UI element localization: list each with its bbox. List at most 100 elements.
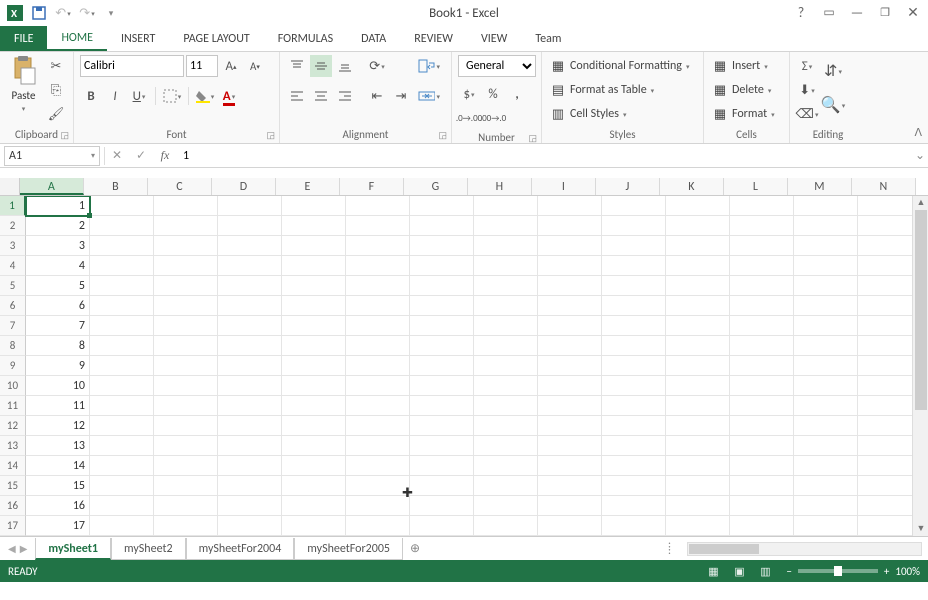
cell[interactable] bbox=[474, 276, 538, 296]
underline-icon[interactable]: U bbox=[128, 85, 150, 107]
cell[interactable] bbox=[154, 356, 218, 376]
row-header[interactable]: 7 bbox=[0, 316, 26, 336]
cell[interactable] bbox=[794, 256, 858, 276]
decrease-indent-icon[interactable]: ⇤ bbox=[366, 85, 388, 107]
col-header-E[interactable]: E bbox=[276, 178, 340, 195]
vscroll-thumb[interactable] bbox=[915, 210, 927, 410]
col-header-L[interactable]: L bbox=[724, 178, 788, 195]
cell[interactable] bbox=[730, 316, 794, 336]
row-header[interactable]: 3 bbox=[0, 236, 26, 256]
sheet-nav-next-icon[interactable]: ▶ bbox=[20, 542, 28, 555]
cell[interactable]: 15 bbox=[26, 476, 90, 496]
cell[interactable] bbox=[218, 216, 282, 236]
tab-file[interactable]: FILE bbox=[0, 26, 47, 51]
close-icon[interactable]: ✕ bbox=[904, 6, 922, 20]
row-header[interactable]: 14 bbox=[0, 456, 26, 476]
cell[interactable] bbox=[282, 276, 346, 296]
cell[interactable] bbox=[538, 376, 602, 396]
col-header-A[interactable]: A bbox=[20, 178, 84, 195]
cell[interactable] bbox=[218, 236, 282, 256]
cell[interactable] bbox=[474, 436, 538, 456]
alignment-dialog-icon[interactable]: ◲ bbox=[438, 130, 447, 141]
cell[interactable] bbox=[410, 396, 474, 416]
align-left-icon[interactable] bbox=[286, 85, 308, 107]
cell[interactable] bbox=[730, 336, 794, 356]
cell[interactable] bbox=[154, 236, 218, 256]
col-header-I[interactable]: I bbox=[532, 178, 596, 195]
cell[interactable] bbox=[474, 456, 538, 476]
copy-icon[interactable]: ⎘ bbox=[45, 79, 67, 101]
cell[interactable] bbox=[666, 336, 730, 356]
insert-cells-button[interactable]: ▦Insert▾ bbox=[710, 55, 770, 77]
italic-icon[interactable]: I bbox=[104, 85, 126, 107]
cell[interactable] bbox=[666, 376, 730, 396]
cell[interactable] bbox=[410, 276, 474, 296]
name-box[interactable]: A1▾ bbox=[4, 146, 100, 166]
zoom-in-icon[interactable]: + bbox=[884, 565, 889, 578]
format-cells-button[interactable]: ▦Format▾ bbox=[710, 103, 777, 125]
cell[interactable] bbox=[282, 256, 346, 276]
cell[interactable] bbox=[538, 416, 602, 436]
cell[interactable] bbox=[282, 396, 346, 416]
redo-icon[interactable]: ↷ bbox=[76, 2, 98, 24]
row-header[interactable]: 10 bbox=[0, 376, 26, 396]
cell[interactable] bbox=[346, 436, 410, 456]
cell[interactable] bbox=[154, 436, 218, 456]
cell[interactable] bbox=[474, 416, 538, 436]
tab-home[interactable]: HOME bbox=[47, 26, 107, 51]
cut-icon[interactable]: ✂ bbox=[45, 55, 67, 77]
cell[interactable] bbox=[410, 416, 474, 436]
cell[interactable] bbox=[282, 356, 346, 376]
cell-styles-button[interactable]: ▥Cell Styles▾ bbox=[548, 103, 629, 125]
cell[interactable] bbox=[154, 516, 218, 536]
col-header-N[interactable]: N bbox=[852, 178, 916, 195]
cell[interactable] bbox=[538, 516, 602, 536]
cell[interactable] bbox=[602, 396, 666, 416]
cell[interactable] bbox=[346, 416, 410, 436]
cell[interactable] bbox=[90, 316, 154, 336]
find-select-icon[interactable]: 🔍 bbox=[822, 89, 844, 121]
cell[interactable] bbox=[538, 236, 602, 256]
cell[interactable] bbox=[154, 496, 218, 516]
cell[interactable] bbox=[410, 436, 474, 456]
cell[interactable] bbox=[602, 456, 666, 476]
tab-team[interactable]: Team bbox=[521, 26, 575, 51]
cell[interactable] bbox=[90, 416, 154, 436]
cell[interactable] bbox=[730, 496, 794, 516]
cell[interactable] bbox=[602, 336, 666, 356]
increase-decimal-icon[interactable]: .0→.00 bbox=[458, 107, 480, 129]
cell[interactable] bbox=[154, 216, 218, 236]
cell[interactable] bbox=[794, 296, 858, 316]
merge-center-icon[interactable] bbox=[418, 85, 440, 107]
decrease-font-icon[interactable]: A▾ bbox=[244, 55, 266, 77]
cell[interactable] bbox=[794, 496, 858, 516]
cell[interactable] bbox=[90, 356, 154, 376]
cell[interactable] bbox=[474, 396, 538, 416]
font-color-icon[interactable]: A bbox=[218, 85, 240, 107]
cell[interactable]: 4 bbox=[26, 256, 90, 276]
align-center-icon[interactable] bbox=[310, 85, 332, 107]
cell[interactable] bbox=[730, 456, 794, 476]
page-break-view-icon[interactable]: ▥ bbox=[752, 565, 778, 578]
cell[interactable] bbox=[282, 436, 346, 456]
cell[interactable] bbox=[410, 316, 474, 336]
cell[interactable] bbox=[218, 456, 282, 476]
cell[interactable]: 14 bbox=[26, 456, 90, 476]
cell[interactable] bbox=[730, 236, 794, 256]
cell[interactable] bbox=[90, 456, 154, 476]
font-size-combo[interactable] bbox=[186, 55, 218, 77]
cell[interactable] bbox=[154, 476, 218, 496]
cell[interactable] bbox=[602, 196, 666, 216]
vertical-scrollbar[interactable]: ▲ ▼ bbox=[912, 196, 928, 536]
sort-filter-icon[interactable]: ⇵ bbox=[822, 55, 844, 87]
cell[interactable] bbox=[410, 236, 474, 256]
tab-insert[interactable]: INSERT bbox=[107, 26, 169, 51]
row-header[interactable]: 17 bbox=[0, 516, 26, 536]
cell[interactable] bbox=[538, 396, 602, 416]
row-header[interactable]: 1 bbox=[0, 196, 26, 216]
sheet-nav-prev-icon[interactable]: ◀ bbox=[8, 542, 16, 555]
zoom-slider[interactable] bbox=[798, 569, 878, 573]
cell[interactable] bbox=[602, 216, 666, 236]
cell[interactable] bbox=[474, 336, 538, 356]
cell[interactable]: 17 bbox=[26, 516, 90, 536]
